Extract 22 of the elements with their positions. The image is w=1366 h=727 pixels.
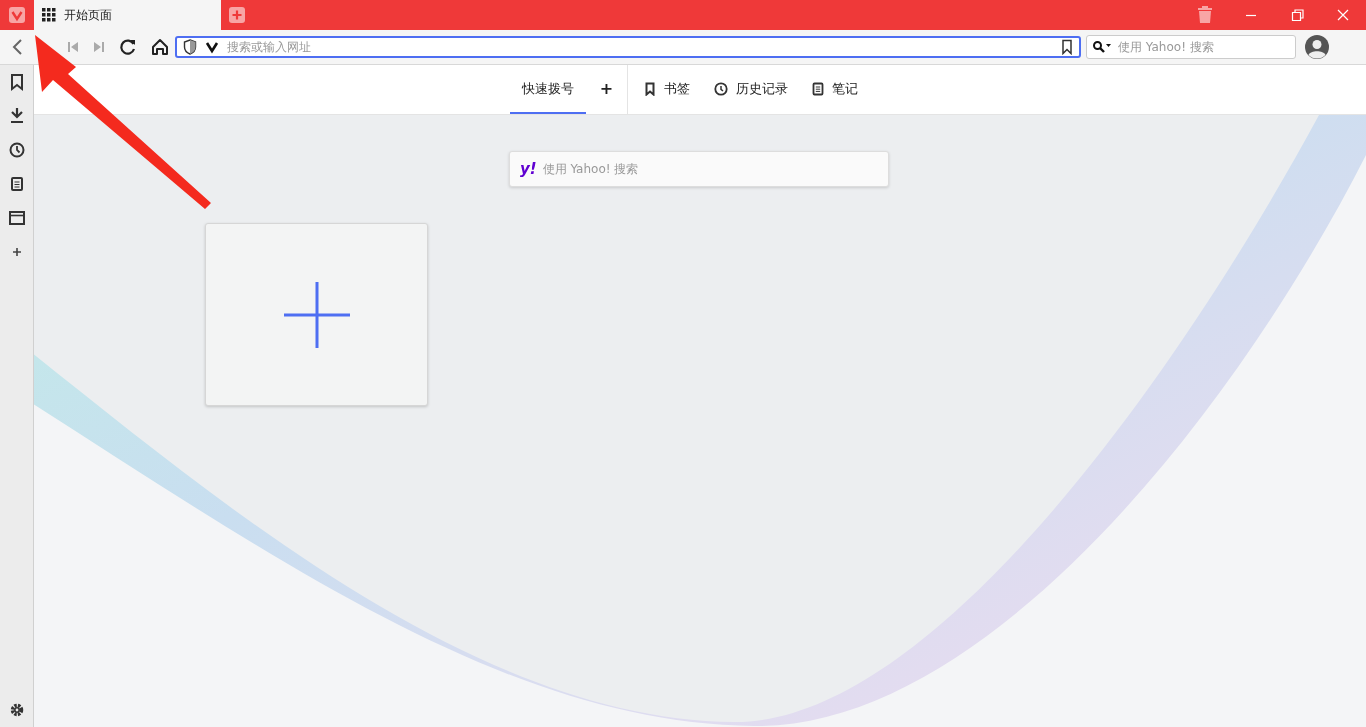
plus-icon	[283, 281, 350, 348]
address-input[interactable]: 搜索或输入网址	[227, 40, 1053, 54]
panel-tab[interactable]: 历史记录	[702, 65, 801, 114]
note-icon	[812, 81, 825, 96]
panel-tab[interactable]: 书签	[632, 65, 703, 114]
browser-tab[interactable]: 开始页面	[34, 0, 221, 30]
shield-icon	[183, 39, 197, 55]
vivaldi-icon	[205, 40, 219, 54]
search-icon	[1092, 40, 1112, 54]
profile-avatar[interactable]	[1305, 35, 1329, 59]
search-input[interactable]: 使用 Yahoo! 搜索	[1118, 40, 1290, 54]
bookmark-icon	[644, 81, 657, 96]
yahoo-logo: y!	[520, 160, 537, 178]
address-field[interactable]: 搜索或输入网址	[175, 36, 1081, 58]
search-input[interactable]: 使用 Yahoo! 搜索	[542, 162, 878, 176]
panel-tab[interactable]: 笔记	[800, 65, 871, 114]
search-field[interactable]: 使用 Yahoo! 搜索	[1086, 35, 1296, 59]
clock-icon	[714, 81, 729, 96]
add-button[interactable]: +	[585, 65, 628, 114]
grid-icon	[42, 8, 56, 22]
search-field[interactable]: y! 使用 Yahoo! 搜索	[509, 151, 889, 187]
bookmark-icon[interactable]	[1061, 39, 1073, 55]
